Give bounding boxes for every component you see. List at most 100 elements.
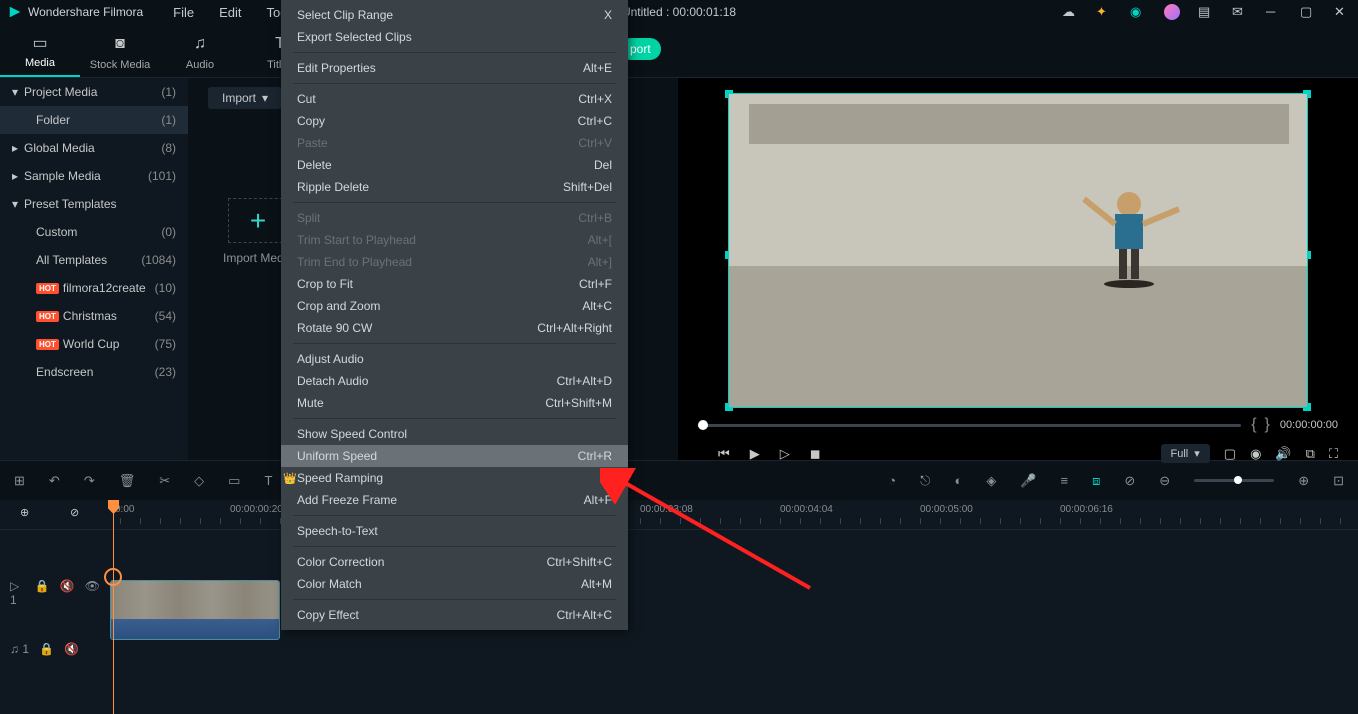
preview-pane: { } 00:00:00:00 ⏮ ▶ ▷ ◼ Full ▾ ▢ ◉ 🔊 ⧉ ⛶ [678,78,1358,460]
voiceover-icon[interactable]: 🎤 [1020,473,1036,489]
sidebar-item[interactable]: Custom(0) [0,218,188,246]
clip-start-indicator [104,568,122,586]
tab-stock-media[interactable]: ◙ Stock Media [80,35,160,77]
context-menu-item[interactable]: Crop to FitCtrl+F [281,273,628,295]
app-logo [8,5,22,19]
undo-icon[interactable]: ↶ [49,473,60,489]
context-menu-item[interactable]: Add Freeze FrameAlt+F [281,489,628,511]
sidebar-item[interactable]: ▸Sample Media(101) [0,162,188,190]
zoom-in-icon[interactable]: ⊕ [1298,473,1309,489]
sidebar-item[interactable]: ▾Project Media(1) [0,78,188,106]
redo-icon[interactable]: ↷ [84,473,95,489]
close-icon[interactable]: ✕ [1334,4,1350,20]
split-icon[interactable]: ✂ [159,473,170,489]
context-menu-item: Trim Start to PlayheadAlt+[ [281,229,628,251]
import-button[interactable]: Import ▾ [208,87,282,109]
headphones-icon[interactable]: ◉ [1130,4,1146,20]
mail-icon[interactable]: ✉ [1232,4,1248,20]
minimize-icon[interactable]: ─ [1266,4,1282,20]
context-menu-item[interactable]: 👑Speed Ramping [281,467,628,489]
mark-out-icon[interactable]: } [1265,416,1270,434]
context-menu-item[interactable]: Crop and ZoomAlt+C [281,295,628,317]
timeline: ⊕ ⊘ 0:00 00:00:00:2000:00:03:0800:00:04:… [0,500,1358,714]
snapshot-icon[interactable]: ◉ [1250,446,1261,462]
time-ruler[interactable]: 0:00 00:00:00:2000:00:03:0800:00:04:0400… [0,500,1358,530]
hide-icon[interactable]: 👁 [85,579,100,607]
speed-icon[interactable]: ◔ [888,473,896,488]
mute-icon[interactable]: 🔇 [60,579,75,607]
save-icon[interactable]: ▤ [1198,4,1214,20]
cloud-icon[interactable]: ☁ [1062,4,1078,20]
render-icon[interactable]: ⎋ [920,473,930,489]
fullscreen-icon[interactable]: ⛶ [1329,446,1338,462]
library-tabs: ▭ Media ◙ Stock Media ♫ Audio T Titles [0,24,1358,78]
video-clip[interactable] [110,580,280,640]
sidebar-item[interactable]: Folder(1) [0,106,188,134]
context-menu-item[interactable]: Export Selected Clips [281,26,628,48]
context-menu-item[interactable]: Copy EffectCtrl+Alt+C [281,604,628,626]
context-menu-item[interactable]: CutCtrl+X [281,88,628,110]
preview-video[interactable] [728,93,1308,408]
volume-icon[interactable]: 🔊 [1275,446,1291,462]
stop-icon[interactable]: ◼ [810,446,821,462]
zoom-slider[interactable] [1194,479,1274,482]
scrub-track[interactable] [698,424,1241,427]
context-menu-item[interactable]: Detach AudioCtrl+Alt+D [281,370,628,392]
context-menu-item[interactable]: Rotate 90 CWCtrl+Alt+Right [281,317,628,339]
sidebar-item[interactable]: HOTfilmora12create(10) [0,274,188,302]
delete-icon[interactable]: 🗑 [119,473,136,489]
zoom-out-icon[interactable]: ⊖ [1159,473,1170,489]
menu-file[interactable]: File [173,5,194,20]
tag-icon[interactable]: ◇ [194,473,204,489]
sidebar-item[interactable]: All Templates(1084) [0,246,188,274]
play-icon[interactable]: ▶ [750,446,760,462]
sidebar-item[interactable]: HOTWorld Cup(75) [0,330,188,358]
context-menu-item[interactable]: CopyCtrl+C [281,110,628,132]
track-area [110,580,280,640]
tab-audio[interactable]: ♫ Audio [160,35,240,77]
context-menu-item[interactable]: Color MatchAlt+M [281,573,628,595]
context-menu-item[interactable]: DeleteDel [281,154,628,176]
maximize-icon[interactable]: ▢ [1300,4,1316,20]
link-icon[interactable]: ⊘ [1124,473,1135,489]
display-icon[interactable]: ▢ [1224,446,1236,462]
context-menu-item[interactable]: Show Speed Control [281,423,628,445]
context-menu-item[interactable]: Edit PropertiesAlt+E [281,57,628,79]
mark-in-icon[interactable]: { [1251,416,1256,434]
chevron-down-icon: ▾ [1194,447,1200,460]
marker-icon[interactable]: ◈ [986,473,996,489]
avatar-icon[interactable] [1164,4,1180,20]
zoom-fit-icon[interactable]: ⊡ [1333,473,1344,489]
audio-track-header: ♫ 1 🔒 🔇 [0,636,1358,662]
crop-icon[interactable]: ▭ [228,473,240,489]
context-menu-item[interactable]: MuteCtrl+Shift+M [281,392,628,414]
context-menu-item: PasteCtrl+V [281,132,628,154]
context-menu-item[interactable]: Color CorrectionCtrl+Shift+C [281,551,628,573]
sidebar-item[interactable]: ▸Global Media(8) [0,134,188,162]
sidebar-item[interactable]: ▾Preset Templates [0,190,188,218]
text-icon[interactable]: T [264,473,272,488]
menu-edit[interactable]: Edit [219,5,241,20]
context-menu-item[interactable]: Speech-to-Text [281,520,628,542]
bulb-icon[interactable]: ✦ [1096,4,1112,20]
color-icon[interactable]: ◐ [954,473,962,488]
title-icons: ☁ ✦ ◉ ▤ ✉ ─ ▢ ✕ [1062,4,1350,20]
context-menu-item[interactable]: Ripple DeleteShift+Del [281,176,628,198]
magnet-icon[interactable]: ⧈ [1092,473,1100,489]
next-icon[interactable]: ▷ [780,446,790,462]
playhead[interactable] [113,500,114,714]
title-bar: Wondershare Filmora File Edit Tools View… [0,0,1358,24]
tab-media[interactable]: ▭ Media [0,33,80,77]
grid-icon[interactable]: ⊞ [14,473,25,489]
prev-frame-icon[interactable]: ⏮ [718,446,730,462]
sidebar: ▾Project Media(1) Folder(1)▸Global Media… [0,78,188,460]
lock-icon[interactable]: 🔒 [35,579,50,607]
sidebar-item[interactable]: Endscreen(23) [0,358,188,386]
quality-select[interactable]: Full ▾ [1161,444,1210,463]
context-menu-item[interactable]: Uniform SpeedCtrl+R [281,445,628,467]
context-menu-item[interactable]: Adjust Audio [281,348,628,370]
mixer-icon[interactable]: ≡ [1061,473,1069,488]
context-menu-item[interactable]: Select Clip RangeX [281,4,628,26]
undock-icon[interactable]: ⧉ [1306,446,1315,462]
sidebar-item[interactable]: HOTChristmas(54) [0,302,188,330]
